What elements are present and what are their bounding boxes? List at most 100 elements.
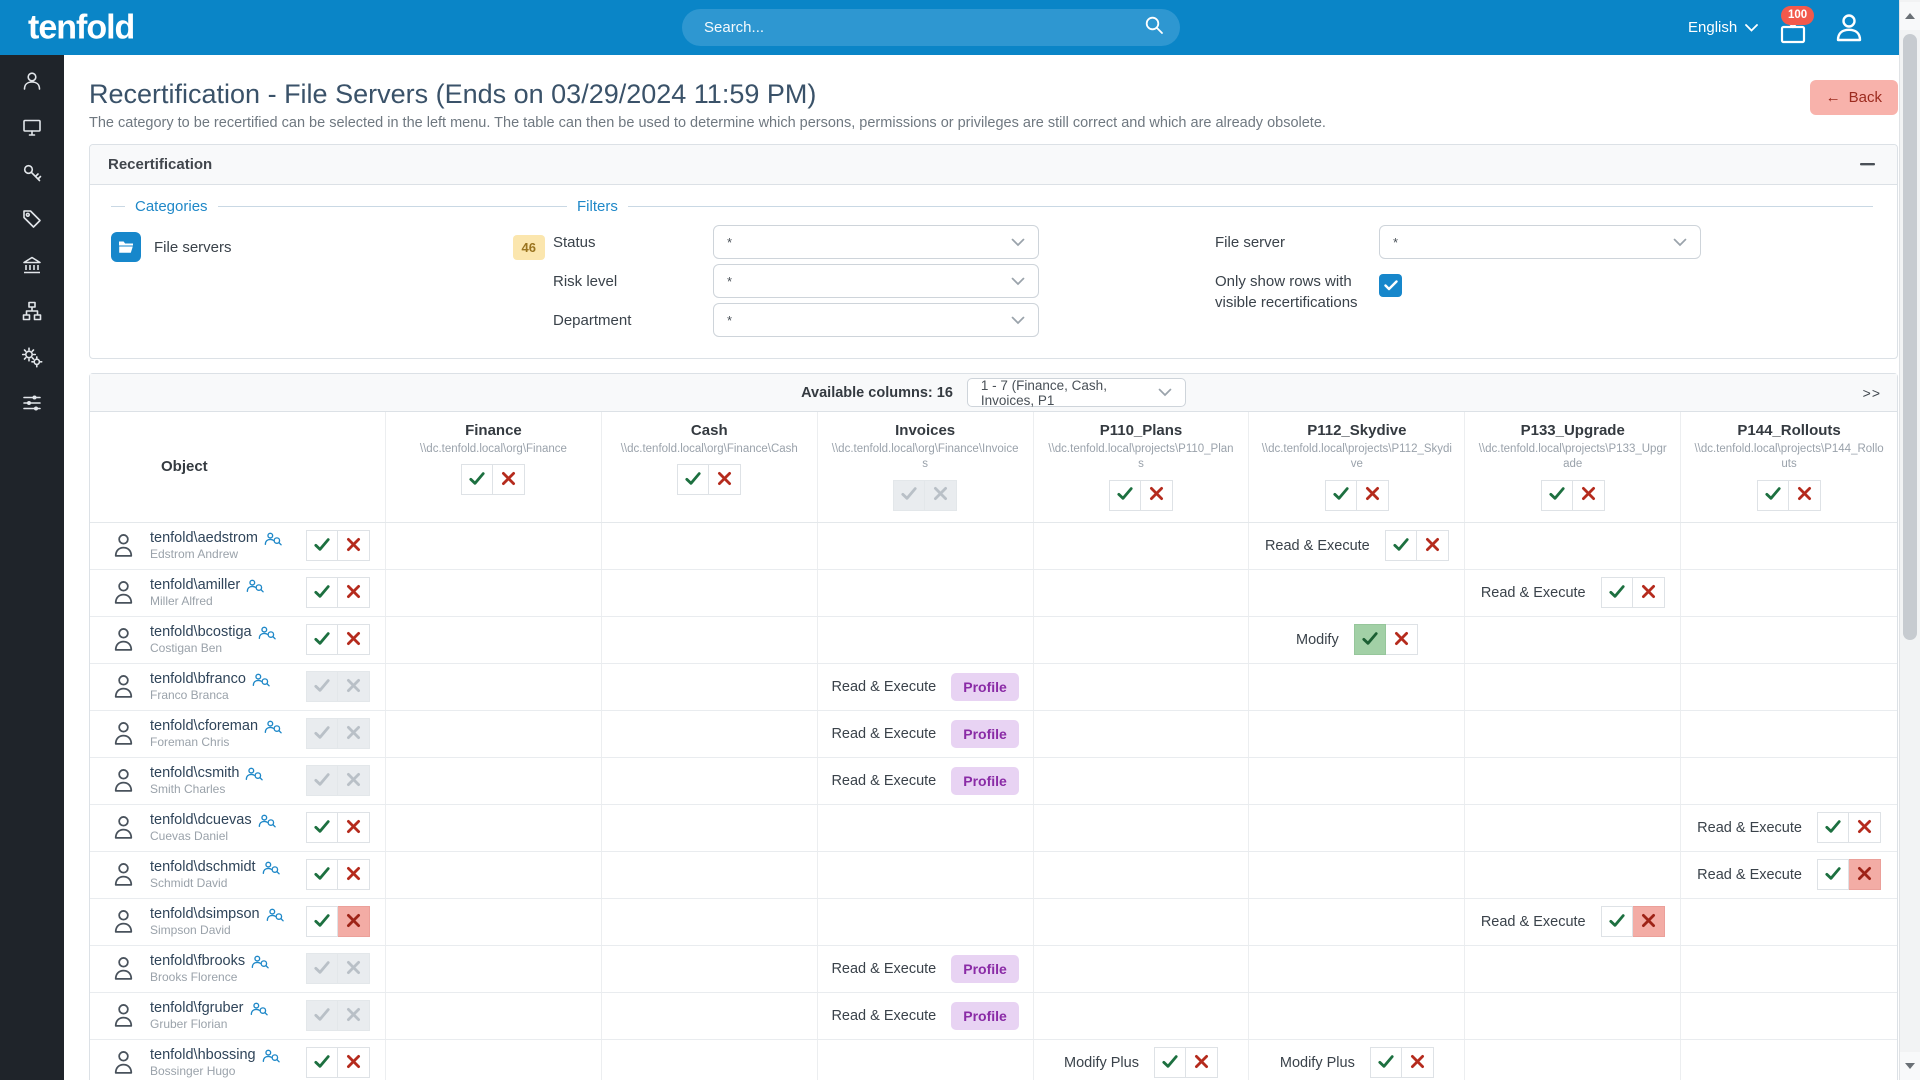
reject-button[interactable] (709, 464, 741, 495)
sidebar-tag-icon[interactable] (21, 208, 43, 230)
user-search-icon[interactable] (258, 813, 276, 828)
user-search-icon[interactable] (264, 531, 282, 546)
object-username[interactable]: tenfold\dsimpson (150, 906, 260, 922)
reject-button[interactable] (338, 577, 370, 608)
user-search-icon[interactable] (266, 907, 284, 922)
reject-button[interactable] (338, 1047, 370, 1078)
approve-button[interactable] (306, 906, 338, 937)
sidebar-persons-icon[interactable] (21, 70, 43, 92)
profile-badge[interactable]: Profile (951, 767, 1019, 795)
reject-button[interactable] (338, 530, 370, 561)
scroll-up-arrow[interactable] (1900, 2, 1920, 30)
back-button[interactable]: ← Back (1810, 80, 1898, 115)
approve-button[interactable] (1354, 624, 1386, 655)
object-username[interactable]: tenfold\bcostiga (150, 624, 252, 640)
reject-button[interactable] (1141, 480, 1173, 511)
scrollbar-thumb[interactable] (1903, 34, 1917, 640)
reject-button[interactable] (338, 953, 370, 984)
reject-button[interactable] (1789, 480, 1821, 511)
approve-button[interactable] (461, 464, 493, 495)
user-search-icon[interactable] (262, 1048, 280, 1063)
approve-button[interactable] (306, 671, 338, 702)
collapse-panel-button[interactable] (1856, 159, 1879, 170)
approve-button[interactable] (1370, 1047, 1402, 1078)
sidebar-settings-icon[interactable] (21, 346, 43, 368)
reject-button[interactable] (338, 718, 370, 749)
reject-button[interactable] (1633, 577, 1665, 608)
columns-range-select[interactable]: 1 - 7 (Finance, Cash, Invoices, P1 (967, 378, 1186, 407)
approve-button[interactable] (1601, 577, 1633, 608)
reject-button[interactable] (1417, 530, 1449, 561)
search-input[interactable] (702, 18, 1144, 37)
sidebar-computers-icon[interactable] (21, 116, 43, 138)
user-search-icon[interactable] (245, 766, 263, 781)
approve-button[interactable] (306, 953, 338, 984)
language-selector[interactable]: English (1688, 0, 1758, 55)
approve-button[interactable] (306, 718, 338, 749)
reject-button[interactable] (1402, 1047, 1434, 1078)
reject-button[interactable] (338, 906, 370, 937)
status-select[interactable]: * (713, 225, 1039, 259)
reject-button[interactable] (1849, 812, 1881, 843)
object-username[interactable]: tenfold\hbossing (150, 1047, 256, 1063)
object-username[interactable]: tenfold\csmith (150, 765, 239, 781)
approve-button[interactable] (1385, 530, 1417, 561)
approve-button[interactable] (677, 464, 709, 495)
approve-button[interactable] (1109, 480, 1141, 511)
next-columns-link[interactable]: >> (1863, 385, 1881, 401)
reject-button[interactable] (1849, 859, 1881, 890)
approve-button[interactable] (306, 530, 338, 561)
object-username[interactable]: tenfold\bfranco (150, 671, 246, 687)
reject-button[interactable] (1186, 1047, 1218, 1078)
reject-button[interactable] (925, 480, 957, 511)
object-username[interactable]: tenfold\fgruber (150, 1000, 244, 1016)
approve-button[interactable] (1817, 859, 1849, 890)
object-username[interactable]: tenfold\dschmidt (150, 859, 256, 875)
profile-badge[interactable]: Profile (951, 720, 1019, 748)
reject-button[interactable] (1386, 624, 1418, 655)
risk-level-select[interactable]: * (713, 264, 1039, 298)
reject-button[interactable] (1573, 480, 1605, 511)
approve-button[interactable] (306, 577, 338, 608)
page-scrollbar[interactable] (1899, 0, 1920, 1080)
user-search-icon[interactable] (264, 719, 282, 734)
profile-badge[interactable]: Profile (951, 955, 1019, 983)
reject-button[interactable] (1633, 906, 1665, 937)
sidebar-key-icon[interactable] (21, 162, 43, 184)
user-search-icon[interactable] (258, 625, 276, 640)
user-account-icon[interactable] (1833, 11, 1865, 50)
approve-button[interactable] (306, 1000, 338, 1031)
user-search-icon[interactable] (252, 672, 270, 687)
profile-badge[interactable]: Profile (951, 673, 1019, 701)
object-username[interactable]: tenfold\aedstrom (150, 530, 258, 546)
object-username[interactable]: tenfold\cforeman (150, 718, 258, 734)
sidebar-organization-icon[interactable] (21, 254, 43, 276)
approve-button[interactable] (1817, 812, 1849, 843)
user-search-icon[interactable] (250, 1001, 268, 1016)
approve-button[interactable] (306, 1047, 338, 1078)
approve-button[interactable] (306, 812, 338, 843)
user-search-icon[interactable] (262, 860, 280, 875)
approve-button[interactable] (893, 480, 925, 511)
reject-button[interactable] (338, 812, 370, 843)
profile-badge[interactable]: Profile (951, 1002, 1019, 1030)
notification-badge[interactable]: 100 (1781, 6, 1814, 25)
approve-button[interactable] (1601, 906, 1633, 937)
approve-button[interactable] (1757, 480, 1789, 511)
object-username[interactable]: tenfold\fbrooks (150, 953, 245, 969)
category-item-file-servers[interactable]: File servers 46 (111, 232, 553, 262)
reject-button[interactable] (1357, 480, 1389, 511)
reject-button[interactable] (338, 1000, 370, 1031)
reject-button[interactable] (338, 671, 370, 702)
approve-button[interactable] (1325, 480, 1357, 511)
scroll-down-arrow[interactable] (1900, 1052, 1920, 1080)
approve-button[interactable] (306, 765, 338, 796)
object-username[interactable]: tenfold\amiller (150, 577, 240, 593)
object-username[interactable]: tenfold\dcuevas (150, 812, 252, 828)
reject-button[interactable] (338, 859, 370, 890)
file-server-select[interactable]: * (1379, 225, 1701, 259)
search-bar[interactable] (682, 9, 1180, 46)
user-search-icon[interactable] (251, 954, 269, 969)
department-select[interactable]: * (713, 303, 1039, 337)
approve-button[interactable] (1154, 1047, 1186, 1078)
